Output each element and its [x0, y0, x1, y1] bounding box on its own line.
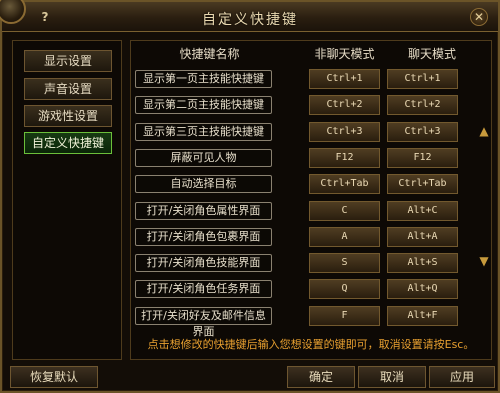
settings-sidebar: 显示设置 声音设置 游戏性设置 自定义快捷键 — [12, 40, 122, 360]
hotkey-panel: 快捷键名称 非聊天模式 聊天模式 显示第一页主技能快捷键 Ctrl+1 Ctrl+1… — [130, 40, 492, 360]
hotkey-row-name: 打开/关闭好友及邮件信息界面 — [135, 307, 272, 338]
hotkey-normal-button[interactable]: Ctrl+Tab — [309, 174, 380, 194]
hotkey-row-name: 显示第一页主技能快捷键 — [135, 70, 272, 88]
apply-button[interactable]: 应用 — [429, 366, 495, 388]
sidebar-item-sound[interactable]: 声音设置 — [24, 78, 112, 100]
header-chat-mode: 聊天模式 — [407, 47, 456, 61]
hotkey-chat-button[interactable]: Alt+F — [387, 306, 458, 326]
sidebar-item-gameplay[interactable]: 游戏性设置 — [24, 105, 112, 127]
sidebar-item-display[interactable]: 显示设置 — [24, 50, 112, 72]
hotkey-chat-button[interactable]: Ctrl+3 — [387, 122, 458, 142]
header-hotkey-name: 快捷键名称 — [179, 47, 240, 61]
hotkey-chat-button[interactable]: Ctrl+Tab — [387, 174, 458, 194]
hotkey-row-name: 打开/关闭角色任务界面 — [135, 280, 272, 298]
sidebar-item-custom-hotkeys[interactable]: 自定义快捷键 — [24, 132, 112, 154]
ok-button[interactable]: 确定 — [287, 366, 355, 388]
hotkey-normal-button[interactable]: Ctrl+2 — [309, 95, 380, 115]
hotkey-chat-button[interactable]: Alt+A — [387, 227, 458, 247]
close-button[interactable]: ✕ — [470, 8, 488, 26]
window-title: 自定义快捷键 — [202, 12, 298, 28]
settings-window: ? 自定义快捷键 ✕ 显示设置 声音设置 游戏性设置 自定义快捷键 快捷键名称 … — [0, 0, 500, 393]
hotkey-normal-button[interactable]: Ctrl+3 — [309, 122, 380, 142]
scroll-down-icon[interactable]: ▼ — [477, 253, 491, 269]
hotkey-chat-button[interactable]: Alt+S — [387, 253, 458, 273]
hotkey-row-name: 显示第二页主技能快捷键 — [135, 96, 272, 114]
hotkey-normal-button[interactable]: Ctrl+1 — [309, 69, 380, 89]
hotkey-normal-button[interactable]: F12 — [309, 148, 380, 168]
hotkey-normal-button[interactable]: Q — [309, 279, 380, 299]
title-bar: ? 自定义快捷键 ✕ — [0, 0, 498, 32]
hotkey-normal-button[interactable]: S — [309, 253, 380, 273]
cancel-button[interactable]: 取消 — [358, 366, 426, 388]
hotkey-row-name: 打开/关闭角色包裹界面 — [135, 228, 272, 246]
hotkey-normal-button[interactable]: F — [309, 306, 380, 326]
hotkey-chat-button[interactable]: Ctrl+2 — [387, 95, 458, 115]
hint-text: 点击想修改的快捷键后输入您想设置的键即可，取消设置请按Esc。 — [147, 338, 475, 351]
hotkey-normal-button[interactable]: C — [309, 201, 380, 221]
hotkey-row-name: 打开/关闭角色属性界面 — [135, 202, 272, 220]
hotkey-chat-button[interactable]: F12 — [387, 148, 458, 168]
restore-default-button[interactable]: 恢复默认 — [10, 366, 98, 388]
hotkey-chat-button[interactable]: Alt+C — [387, 201, 458, 221]
hotkey-row-name: 自动选择目标 — [135, 175, 272, 193]
hotkey-normal-button[interactable]: A — [309, 227, 380, 247]
hotkey-row-name: 屏蔽可见人物 — [135, 149, 272, 167]
hotkey-chat-button[interactable]: Alt+Q — [387, 279, 458, 299]
scroll-up-icon[interactable]: ▲ — [477, 123, 491, 139]
hotkey-row-name: 显示第三页主技能快捷键 — [135, 123, 272, 141]
hotkey-row-name: 打开/关闭角色技能界面 — [135, 254, 272, 272]
hotkey-chat-button[interactable]: Ctrl+1 — [387, 69, 458, 89]
header-normal-mode: 非聊天模式 — [314, 47, 375, 61]
